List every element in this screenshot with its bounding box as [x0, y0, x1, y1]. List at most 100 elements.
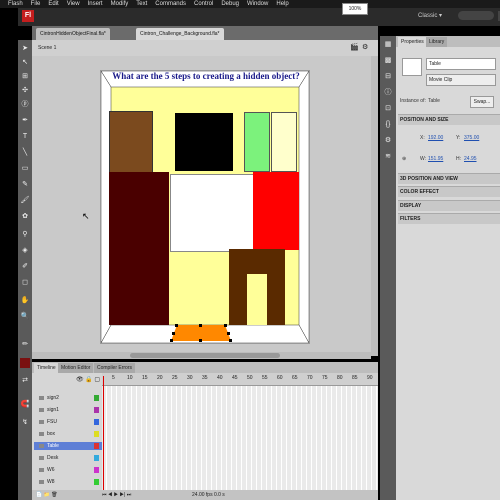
- zoom-select[interactable]: 100%: [342, 3, 368, 15]
- wood-panel[interactable]: [109, 111, 153, 173]
- menu-help[interactable]: Help: [276, 1, 288, 7]
- eraser-tool-icon[interactable]: ◻: [20, 278, 30, 288]
- layer-buttons-icon[interactable]: 📄 📁 🗑: [36, 490, 58, 500]
- menu-insert[interactable]: Insert: [88, 1, 103, 7]
- layer-row[interactable]: Desk: [34, 454, 102, 462]
- workspace-switcher[interactable]: Classic ▾: [418, 12, 442, 19]
- layer-outline-color[interactable]: [94, 419, 99, 425]
- transform-tool-icon[interactable]: ⊞: [20, 72, 30, 82]
- section-filters[interactable]: FILTERS: [398, 213, 500, 224]
- paint-bucket-tool-icon[interactable]: ◈: [20, 246, 30, 256]
- lasso-tool-icon[interactable]: ⓟ: [20, 100, 30, 110]
- tab-library[interactable]: Library: [426, 37, 448, 47]
- symbol-type-select[interactable]: Movie Clip: [426, 74, 496, 86]
- menu-window[interactable]: Window: [247, 1, 268, 7]
- layer-row[interactable]: W8: [34, 478, 102, 486]
- section-display[interactable]: DISPLAY: [398, 200, 500, 211]
- swatches-panel-icon[interactable]: ▩: [383, 56, 393, 66]
- blackboard[interactable]: [175, 113, 233, 171]
- maroon-cabinet[interactable]: [109, 172, 169, 325]
- transform-panel-icon[interactable]: ⊡: [383, 104, 393, 114]
- lock-icon[interactable]: ⊕: [402, 156, 406, 162]
- swap-button[interactable]: Swap...: [470, 96, 494, 108]
- section-position-size[interactable]: POSITION AND SIZE: [398, 114, 500, 125]
- code-snippets-icon[interactable]: {}: [383, 120, 393, 130]
- horizontal-scroll-thumb[interactable]: [130, 353, 280, 358]
- layer-row[interactable]: sign2: [34, 394, 102, 402]
- frame-ruler[interactable]: 5 10 15 20 25 30 35 40 45 50 55 60 65 70 75 80 85 90: [102, 373, 378, 386]
- layer-row[interactable]: W6: [34, 466, 102, 474]
- doc-tab-2[interactable]: Cintron_Challenge_Background.fla*: [136, 28, 224, 40]
- motion-presets-icon[interactable]: ≋: [383, 152, 393, 162]
- vertical-scrollbar[interactable]: [371, 56, 378, 356]
- align-panel-icon[interactable]: ⊟: [383, 72, 393, 82]
- zoom-tool-icon[interactable]: 🔍: [20, 312, 30, 322]
- rectangle-tool-icon[interactable]: ▭: [20, 164, 30, 174]
- white-board[interactable]: [170, 174, 254, 252]
- green-poster[interactable]: [244, 112, 270, 172]
- menu-flash[interactable]: Flash: [8, 1, 23, 7]
- section-color-effect[interactable]: COLOR EFFECT: [398, 186, 500, 197]
- snap-icon[interactable]: 🧲: [20, 400, 30, 410]
- table-selected[interactable]: [169, 323, 233, 343]
- frames-grid[interactable]: [102, 386, 378, 490]
- layer-outline-color[interactable]: [94, 407, 99, 413]
- layer-row[interactable]: box: [34, 430, 102, 438]
- bone-tool-icon[interactable]: ⚲: [20, 230, 30, 240]
- menu-view[interactable]: View: [67, 1, 80, 7]
- layer-row[interactable]: Table: [34, 442, 102, 450]
- w-value[interactable]: 151.95: [428, 156, 443, 162]
- doc-tab-1[interactable]: CintronHiddenObjectFinal.fla*: [36, 28, 110, 40]
- menu-edit[interactable]: Edit: [48, 1, 58, 7]
- menu-debug[interactable]: Debug: [221, 1, 239, 7]
- tab-compiler-errors[interactable]: Compiler Errors: [94, 363, 136, 373]
- deco-tool-icon[interactable]: ✿: [20, 212, 30, 222]
- edit-symbol-icon[interactable]: ⚙: [362, 43, 368, 51]
- section-3d-position[interactable]: 3D POSITION AND VIEW: [398, 173, 500, 184]
- layer-outline-color[interactable]: [94, 467, 99, 473]
- tab-motion-editor[interactable]: Motion Editor: [58, 363, 94, 373]
- tab-timeline[interactable]: Timeline: [34, 363, 59, 373]
- x-value[interactable]: 192.00: [428, 135, 443, 141]
- 3d-rotation-tool-icon[interactable]: ✣: [20, 86, 30, 96]
- search-input[interactable]: [458, 11, 494, 20]
- layer-outline-color[interactable]: [94, 431, 99, 437]
- subselection-tool-icon[interactable]: ↖: [20, 58, 30, 68]
- layer-toggle-icons[interactable]: 👁 🔒 ▢: [76, 376, 100, 383]
- menu-text[interactable]: Text: [136, 1, 147, 7]
- scene-label[interactable]: Scene 1: [38, 45, 56, 51]
- layer-outline-color[interactable]: [94, 443, 99, 449]
- layer-row[interactable]: sign1: [34, 406, 102, 414]
- stage[interactable]: [100, 70, 310, 344]
- playhead[interactable]: [103, 376, 104, 492]
- layer-outline-color[interactable]: [94, 455, 99, 461]
- info-panel-icon[interactable]: ⓘ: [383, 88, 393, 98]
- h-value[interactable]: 24.95: [464, 156, 477, 162]
- menu-control[interactable]: Control: [194, 1, 213, 7]
- menu-file[interactable]: File: [31, 1, 41, 7]
- stroke-color-icon[interactable]: ✏: [20, 340, 30, 350]
- selection-tool-icon[interactable]: ➤: [20, 44, 30, 54]
- smooth-icon[interactable]: ↯: [20, 418, 30, 428]
- brush-tool-icon[interactable]: 🖌: [20, 196, 30, 206]
- layer-row[interactable]: FSU: [34, 418, 102, 426]
- fill-color-swatch[interactable]: [20, 358, 30, 368]
- text-tool-icon[interactable]: T: [20, 132, 30, 142]
- pencil-tool-icon[interactable]: ✎: [20, 180, 30, 190]
- eyedropper-tool-icon[interactable]: ✐: [20, 262, 30, 272]
- menu-commands[interactable]: Commands: [155, 1, 186, 7]
- red-panel[interactable]: [253, 172, 299, 250]
- y-value[interactable]: 375.00: [464, 135, 479, 141]
- layer-outline-color[interactable]: [94, 479, 99, 485]
- instance-name-field[interactable]: Table: [426, 58, 496, 70]
- tab-properties[interactable]: Properties: [398, 37, 427, 47]
- pen-tool-icon[interactable]: ✒: [20, 116, 30, 126]
- components-panel-icon[interactable]: ⚙: [383, 136, 393, 146]
- swap-colors-icon[interactable]: ⇄: [20, 376, 30, 386]
- playback-controls-icon[interactable]: ⏮ ◀ ▶ ▶| ⏭: [102, 490, 131, 500]
- color-panel-icon[interactable]: ▦: [383, 40, 393, 50]
- cream-poster[interactable]: [271, 112, 297, 172]
- menu-modify[interactable]: Modify: [111, 1, 129, 7]
- hand-tool-icon[interactable]: ✋: [20, 296, 30, 306]
- layer-outline-color[interactable]: [94, 395, 99, 401]
